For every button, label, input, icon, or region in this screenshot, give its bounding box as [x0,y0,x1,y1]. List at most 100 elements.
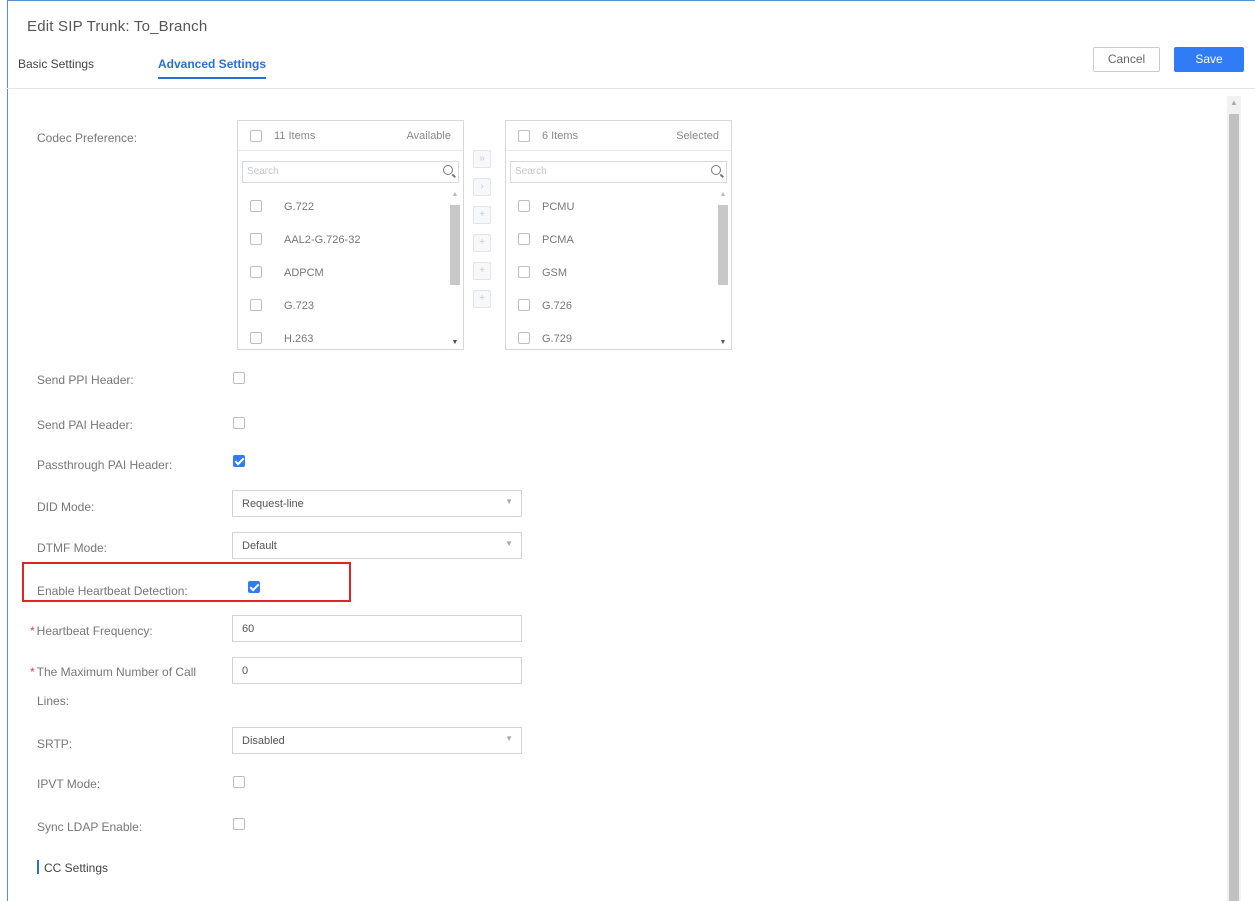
list-item[interactable]: GSM [506,257,713,290]
item-checkbox[interactable] [518,332,530,344]
srtp-label: SRTP: [37,737,73,751]
item-checkbox[interactable] [250,332,262,344]
available-search-input[interactable]: Search [242,161,459,183]
selected-items: PCMU PCMA GSM G.726 G.729 [506,191,713,356]
scroll-down-icon[interactable]: ▼ [717,339,729,346]
scroll-up-icon[interactable]: ▲ [1227,98,1241,107]
did-mode-label: DID Mode: [37,500,95,514]
item-label: PCMU [542,201,575,213]
available-codecs-list: 11 Items Available Search G.722 AAL2-G.7… [237,120,464,350]
selected-list-scrollbar[interactable]: ▲ ▼ [717,191,729,346]
heartbeat-frequency-input[interactable]: 60 [232,615,522,642]
scroll-up-icon[interactable]: ▲ [717,191,729,198]
section-marker [37,860,39,874]
item-label: GSM [542,267,568,279]
chevron-down-icon: ▼ [505,734,513,743]
item-checkbox[interactable] [518,200,530,212]
item-label: G.729 [542,333,572,345]
item-checkbox[interactable] [250,200,262,212]
passthrough-pai-header-checkbox[interactable] [233,455,245,467]
sync-ldap-enable-checkbox[interactable] [233,818,245,830]
item-label: G.726 [542,300,572,312]
send-ppi-header-label: Send PPI Header: [37,373,134,387]
tab-basic-settings[interactable]: Basic Settings [18,57,94,71]
chevron-down-icon: ▼ [505,497,513,506]
item-label: G.722 [284,201,314,213]
dtmf-mode-select[interactable]: Default ▼ [232,532,522,559]
list-item[interactable]: G.723 [238,290,445,323]
item-checkbox[interactable] [518,233,530,245]
list-item[interactable]: G.722 [238,191,445,224]
move-up-button[interactable]: + [473,262,491,280]
scroll-down-icon[interactable]: ▼ [449,339,461,346]
available-count: 11 Items [274,130,316,142]
move-left-button[interactable]: + [473,206,491,224]
list-item[interactable]: G.726 [506,290,713,323]
move-all-left-button[interactable]: + [473,234,491,252]
ipvt-mode-checkbox[interactable] [233,776,245,788]
selected-count: 6 Items [542,130,579,142]
available-list-header: 11 Items Available [238,121,463,151]
selected-list-header: 6 Items Selected [506,121,731,151]
list-item[interactable]: H.263 [238,323,445,356]
selected-select-all-checkbox[interactable] [518,130,530,142]
max-call-lines-value: 0 [242,665,249,677]
heartbeat-frequency-value: 60 [242,623,255,635]
available-select-all-checkbox[interactable] [250,130,262,142]
send-ppi-header-checkbox[interactable] [233,372,245,384]
chevron-down-icon: ▼ [505,539,513,548]
item-checkbox[interactable] [250,233,262,245]
enable-heartbeat-detection-checkbox[interactable] [248,581,261,593]
heartbeat-frequency-label: * Heartbeat Frequency: [30,624,153,638]
required-mark: * [30,665,35,679]
available-list-scrollbar[interactable]: ▲ ▼ [449,191,461,346]
max-call-lines-label-line2: Lines: [37,694,70,708]
page-title: Edit SIP Trunk: To_Branch [27,18,208,35]
save-button[interactable]: Save [1174,47,1244,72]
item-checkbox[interactable] [250,266,262,278]
max-call-lines-input[interactable]: 0 [232,657,522,684]
list-item[interactable]: ADPCM [238,257,445,290]
send-pai-header-checkbox[interactable] [233,417,245,429]
codec-preference-label: Codec Preference: [37,131,138,145]
scrollbar-thumb[interactable] [1229,114,1239,901]
scrollbar-thumb[interactable] [450,205,460,285]
move-all-right-button[interactable]: » [473,150,491,168]
list-item[interactable]: PCMA [506,224,713,257]
list-item[interactable]: G.729 [506,323,713,356]
search-icon[interactable] [711,165,721,175]
sync-ldap-enable-label: Sync LDAP Enable: [37,820,143,834]
cancel-button[interactable]: Cancel [1093,47,1160,72]
passthrough-pai-header-label: Passthrough PAI Header: [37,458,173,472]
srtp-select[interactable]: Disabled ▼ [232,727,522,754]
available-title: Available [406,130,451,142]
page-scrollbar[interactable]: ▲ [1227,96,1241,901]
cc-settings-heading: CC Settings [44,861,109,875]
item-label: PCMA [542,234,574,246]
scroll-up-icon[interactable]: ▲ [449,191,461,198]
srtp-value: Disabled [242,735,285,747]
send-pai-header-label: Send PAI Header: [37,418,133,432]
item-checkbox[interactable] [518,299,530,311]
heartbeat-frequency-text: Heartbeat Frequency: [36,624,153,638]
search-icon[interactable] [443,165,453,175]
dtmf-mode-label: DTMF Mode: [37,541,108,555]
did-mode-select[interactable]: Request-line ▼ [232,490,522,517]
item-label: H.263 [284,333,314,345]
list-item[interactable]: PCMU [506,191,713,224]
selected-codecs-list: 6 Items Selected Search PCMU PCMA GSM G.… [505,120,732,350]
move-down-button[interactable]: + [473,290,491,308]
scrollbar-thumb[interactable] [718,205,728,285]
item-label: G.723 [284,300,314,312]
selected-search-placeholder: Search [515,166,547,177]
item-checkbox[interactable] [518,266,530,278]
transfer-buttons: » › + + + + [473,150,495,318]
tab-advanced-settings[interactable]: Advanced Settings [158,57,267,79]
selected-search-input[interactable]: Search [510,161,727,183]
item-label: AAL2-G.726-32 [284,234,361,246]
item-checkbox[interactable] [250,299,262,311]
list-item[interactable]: AAL2-G.726-32 [238,224,445,257]
dtmf-mode-value: Default [242,540,277,552]
max-call-lines-text: The Maximum Number of Call [36,665,197,679]
move-right-button[interactable]: › [473,178,491,196]
